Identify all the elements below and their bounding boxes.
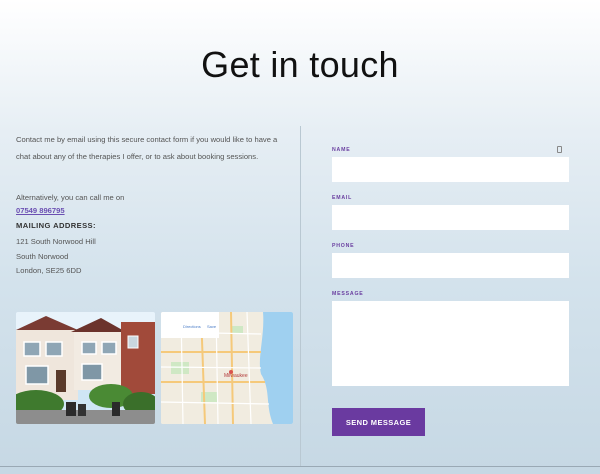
location-map[interactable]: Directions Save Milwaukee bbox=[161, 312, 293, 424]
house-photo bbox=[16, 312, 155, 424]
column-divider bbox=[300, 126, 301, 466]
intro-text: Contact me by email using this secure co… bbox=[16, 135, 278, 161]
send-message-button[interactable]: SEND MESSAGE bbox=[332, 408, 425, 436]
page-title: Get in touch bbox=[201, 44, 399, 85]
alt-contact-text: Alternatively, you can call me on bbox=[16, 193, 125, 202]
address-line-1: 121 South Norwood Hill bbox=[16, 237, 96, 246]
phone-label: PHONE bbox=[332, 243, 355, 249]
svg-text:Save: Save bbox=[207, 324, 217, 329]
footer-divider bbox=[0, 466, 600, 467]
map-city-label: Milwaukee bbox=[224, 373, 248, 379]
name-field[interactable] bbox=[332, 157, 569, 182]
svg-text:Directions: Directions bbox=[183, 324, 201, 329]
email-field[interactable] bbox=[332, 205, 569, 230]
address-line-3: London, SE25 6DD bbox=[16, 266, 82, 275]
message-field[interactable] bbox=[332, 301, 569, 386]
mailing-address-label: MAILING ADDRESS: bbox=[16, 221, 96, 230]
email-label: EMAIL bbox=[332, 195, 353, 201]
phone-link[interactable]: 07549 896795 bbox=[16, 206, 65, 215]
phone-field[interactable] bbox=[332, 253, 569, 278]
address-line-2: South Norwood bbox=[16, 252, 69, 261]
form-fill-icon[interactable] bbox=[557, 146, 562, 153]
message-label: MESSAGE bbox=[332, 291, 364, 297]
name-label: NAME bbox=[332, 147, 351, 153]
